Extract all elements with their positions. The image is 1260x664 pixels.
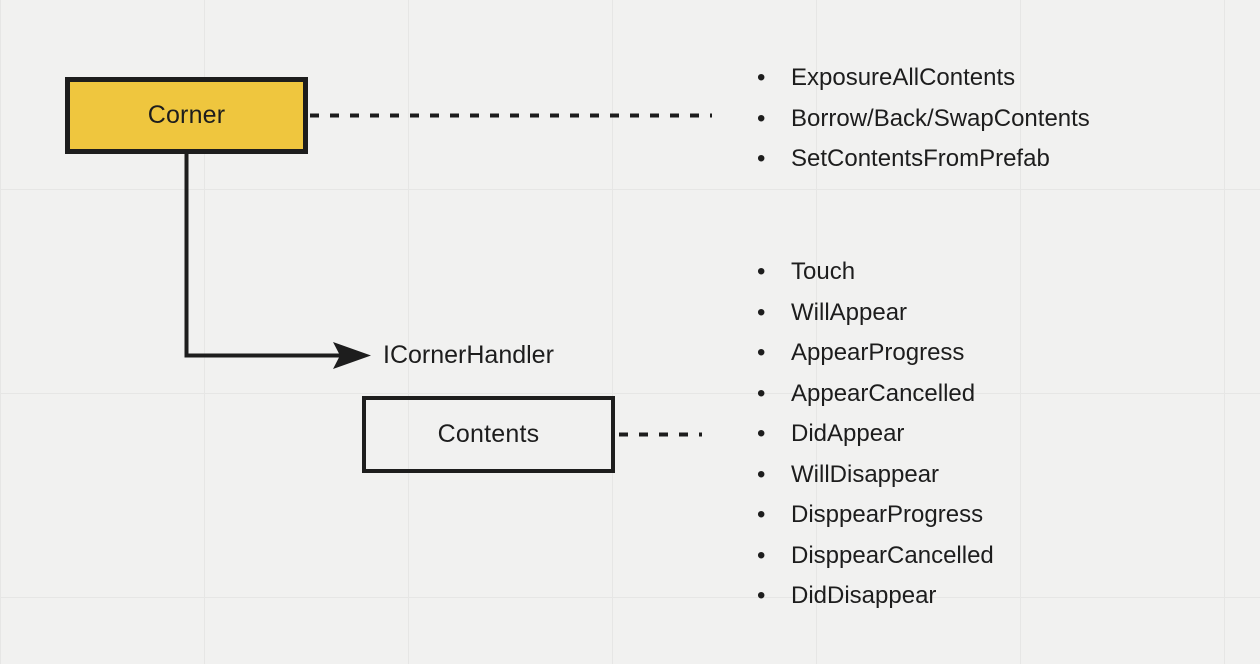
list-item: • WillAppear — [753, 293, 994, 334]
list-item-label: AppearCancelled — [791, 379, 976, 407]
node-contents[interactable]: Contents — [362, 396, 615, 473]
list-item: • DisppearProgress — [753, 495, 994, 536]
bullet-icon: • — [757, 501, 766, 528]
diagram-canvas: Corner ICornerHandler Contents • Exposur… — [0, 0, 1260, 664]
list-item: • Touch — [753, 252, 994, 293]
list-item-label: SetContentsFromPrefab — [791, 145, 1050, 172]
list-item: • Borrow/Back/SwapContents — [753, 99, 1090, 140]
node-corner[interactable]: Corner — [65, 77, 308, 154]
list-item-label: DidDisappear — [791, 582, 937, 609]
interface-label-icornerhandler: ICornerHandler — [383, 341, 554, 369]
api-bullet-list: • ExposureAllContents • Borrow/Back/Swap… — [753, 58, 1090, 180]
list-item-label: Borrow/Back/SwapContents — [791, 104, 1090, 132]
events-bullet-list: • Touch • WillAppear • AppearProgress • … — [753, 252, 994, 617]
list-item-label: WillAppear — [791, 298, 908, 326]
bullet-icon: • — [757, 339, 766, 366]
list-item-label: WillDisappear — [791, 460, 940, 488]
list-item-label: Touch — [791, 258, 856, 285]
bullet-icon: • — [757, 298, 766, 326]
list-item-label: DisppearCancelled — [791, 541, 994, 569]
list-item: • SetContentsFromPrefab — [753, 139, 1090, 180]
list-item-label: AppearProgress — [791, 339, 965, 366]
list-item: • DisppearCancelled — [753, 536, 994, 577]
node-corner-label: Corner — [147, 101, 226, 129]
bullet-icon: • — [757, 145, 766, 172]
list-item-label: ExposureAllContents — [791, 64, 1016, 91]
bullet-icon: • — [757, 64, 766, 91]
bullet-icon: • — [757, 541, 766, 569]
bullet-icon: • — [757, 582, 766, 609]
list-item-label: DidAppear — [791, 420, 905, 447]
bullet-icon: • — [757, 258, 766, 285]
bullet-icon: • — [757, 460, 766, 488]
bullet-icon: • — [757, 379, 766, 407]
list-item-label: DisppearProgress — [791, 501, 984, 528]
list-item: • AppearCancelled — [753, 374, 994, 415]
arrowhead-icon — [333, 342, 371, 369]
bullet-icon: • — [757, 420, 766, 447]
list-item: • AppearProgress — [753, 333, 994, 374]
list-item: • DidDisappear — [753, 576, 994, 617]
node-contents-label: Contents — [437, 420, 540, 448]
solid-connector-corner-to-icornerhandler — [184, 153, 340, 358]
bullet-icon: • — [757, 104, 766, 132]
list-item: • WillDisappear — [753, 455, 994, 496]
list-item: • DidAppear — [753, 414, 994, 455]
list-item: • ExposureAllContents — [753, 58, 1090, 99]
